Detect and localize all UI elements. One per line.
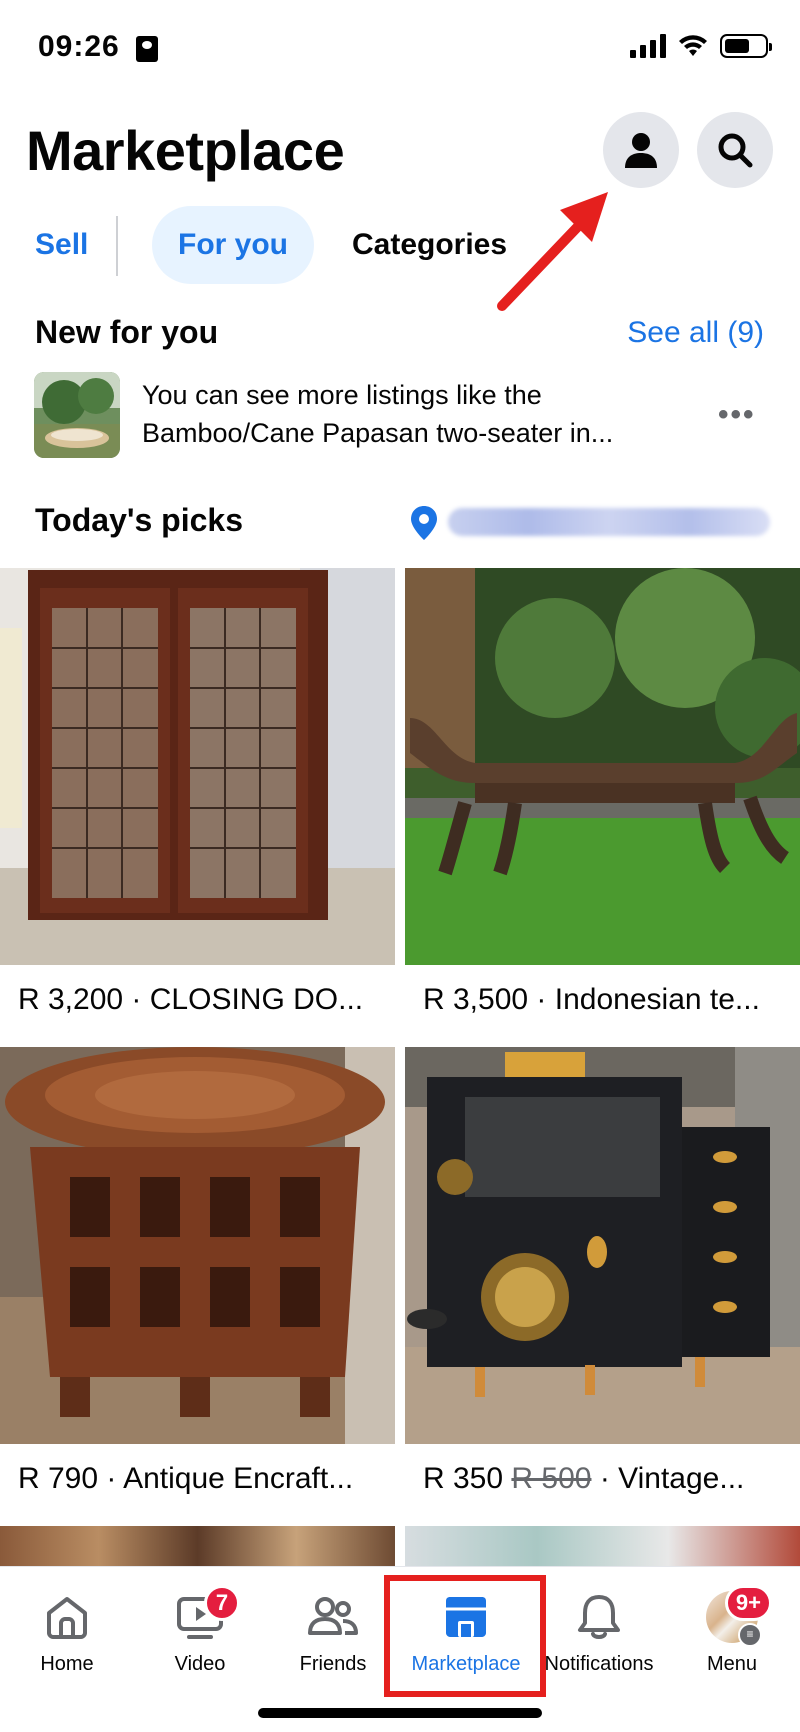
listing-caption: R 790 · Antique Encraft... [18, 1462, 354, 1495]
marketplace-highlight-box [384, 1575, 546, 1697]
home-icon [39, 1589, 95, 1645]
tab-categories[interactable]: Categories [352, 206, 507, 284]
tab-divider [116, 216, 118, 276]
todays-picks-heading: Today's picks [35, 502, 243, 538]
nav-notifications[interactable]: Notifications [532, 1567, 666, 1687]
status-bar: 09:26 [0, 0, 800, 96]
listing-card[interactable]: R 350 R 500 · Vintage... [405, 1047, 800, 1496]
listing-caption: R 350 R 500 · Vintage... [423, 1462, 745, 1495]
menu-badge: 9+ [724, 1585, 772, 1621]
recommended-listing-text[interactable]: You can see more listings like the Bambo… [142, 376, 682, 452]
listing-image [0, 1047, 395, 1444]
video-icon: 7 [172, 1585, 240, 1645]
search-icon [718, 133, 753, 168]
status-icons [630, 34, 772, 58]
listing-card[interactable]: R 3,200 · CLOSING DO... [0, 568, 395, 1017]
nav-menu[interactable]: ≡ 9+ Menu [665, 1567, 799, 1687]
location-text-redacted[interactable] [448, 508, 770, 536]
home-indicator[interactable] [258, 1708, 542, 1718]
nav-menu-label: Menu [706, 1653, 758, 1675]
status-time: 09:26 [38, 30, 120, 63]
listing-price: R 790 [18, 1462, 99, 1495]
listing-price: R 3,200 [18, 983, 124, 1016]
listing-image [405, 568, 800, 965]
new-for-you-heading: New for you [35, 314, 219, 350]
search-button[interactable] [697, 112, 773, 188]
page-title: Marketplace [26, 119, 345, 182]
listing-price: R 350 [423, 1462, 504, 1495]
tab-for-you[interactable]: For you [152, 206, 314, 284]
listing-image [405, 1047, 800, 1444]
listing-card-partial[interactable] [0, 1526, 395, 1566]
listing-card[interactable]: R 790 · Antique Encraft... [0, 1047, 395, 1496]
see-all-link[interactable]: See all (9) [627, 316, 764, 350]
listing-title: Vintage... [618, 1462, 745, 1495]
nav-home-label: Home [40, 1653, 94, 1675]
battery-icon [720, 34, 772, 58]
person-icon [625, 133, 657, 168]
wifi-icon [679, 35, 707, 56]
tab-sell[interactable]: Sell [35, 206, 88, 284]
nav-video[interactable]: 7 Video [133, 1567, 267, 1687]
friends-icon [305, 1589, 361, 1645]
listing-card[interactable]: R 3,500 · Indonesian te... [405, 568, 800, 1017]
listing-image [0, 568, 395, 965]
marketplace-tabs: Sell For you Categories [0, 206, 800, 286]
nav-home[interactable]: Home [0, 1567, 134, 1687]
menu-icon: ≡ [738, 1623, 762, 1647]
bell-icon [571, 1589, 627, 1645]
listing-caption: R 3,200 · CLOSING DO... [18, 983, 364, 1016]
cellular-signal-icon [630, 34, 666, 58]
more-options-icon[interactable]: ••• [718, 398, 756, 432]
listing-old-price: R 500 [511, 1462, 592, 1495]
listing-caption: R 3,500 · Indonesian te... [423, 983, 760, 1016]
nav-video-label: Video [174, 1653, 226, 1675]
nav-notifications-label: Notifications [544, 1653, 654, 1675]
nav-friends[interactable]: Friends [266, 1567, 400, 1687]
listing-title: CLOSING DO... [149, 983, 364, 1016]
profile-button[interactable] [603, 112, 679, 188]
nav-friends-label: Friends [299, 1653, 367, 1675]
recommended-listing-thumbnail[interactable] [34, 372, 120, 458]
listing-title: Indonesian te... [554, 983, 760, 1016]
profile-avatar: ≡ 9+ [704, 1585, 772, 1647]
location-pin-icon[interactable] [410, 505, 438, 541]
listing-card-partial[interactable] [405, 1526, 800, 1566]
id-card-icon [136, 36, 158, 62]
listing-title: Antique Encraft... [123, 1462, 354, 1495]
video-badge: 7 [204, 1585, 240, 1621]
listing-price: R 3,500 [423, 983, 529, 1016]
